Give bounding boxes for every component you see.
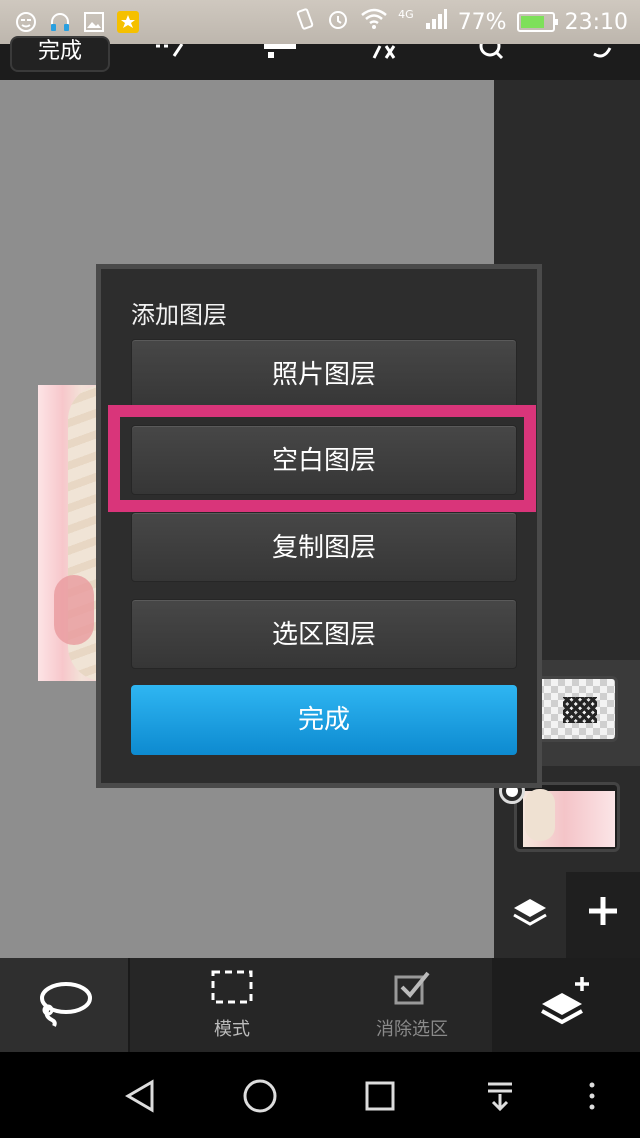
home-icon[interactable] (238, 1074, 282, 1118)
notifications-icon[interactable] (478, 1074, 522, 1118)
lasso-tool-button[interactable] (0, 958, 130, 1052)
layer-thumbnail[interactable] (534, 676, 618, 742)
add-layer-icon (538, 975, 594, 1035)
battery-icon (516, 12, 558, 32)
dialog-title: 添加图层 (131, 301, 227, 329)
signal-icon (424, 7, 448, 37)
align-icon[interactable] (260, 44, 300, 70)
artwork-preview (38, 385, 100, 681)
clear-check-icon (392, 969, 432, 1009)
marquee-icon (210, 969, 254, 1009)
face-icon (14, 10, 38, 34)
navigation-bar (0, 1052, 640, 1138)
star-icon (116, 10, 140, 34)
back-icon[interactable] (118, 1074, 162, 1118)
plus-icon (586, 892, 620, 938)
fx-icon[interactable] (364, 44, 404, 70)
network-type: 4G (398, 7, 414, 21)
headset-icon (48, 10, 72, 34)
image-icon (82, 10, 106, 34)
clock: 23:10 (564, 9, 628, 35)
done-button[interactable]: 完成 (131, 685, 517, 755)
recents-icon[interactable] (358, 1074, 402, 1118)
wifi-icon (360, 7, 388, 37)
clear-selection-label: 消除选区 (376, 1019, 448, 1040)
lasso-icon (34, 978, 94, 1032)
layers-button[interactable] (494, 872, 566, 958)
search-icon[interactable] (474, 44, 514, 70)
layers-icon (510, 893, 550, 937)
selection-edit-icon[interactable] (152, 44, 192, 70)
mode-label: 模式 (214, 1019, 250, 1040)
bottom-toolbar: 模式 消除选区 (0, 958, 640, 1052)
mode-button[interactable]: 模式 (132, 958, 332, 1052)
layer-thumbnail[interactable] (514, 782, 620, 852)
redo-icon[interactable] (584, 44, 624, 70)
layer-menu-button[interactable] (492, 958, 640, 1052)
vibrate-icon (294, 7, 316, 37)
photo-layer-option[interactable]: 照片图层 (131, 339, 517, 409)
more-icon[interactable] (570, 1074, 614, 1118)
alarm-icon (326, 7, 350, 37)
duplicate-layer-option[interactable]: 复制图层 (131, 512, 517, 582)
add-layer-button[interactable] (566, 872, 640, 958)
top-toolbar: 完成 (0, 36, 640, 80)
add-layer-dialog: 添加图层 照片图层 空白图层 复制图层 选区图层 完成 (96, 264, 542, 788)
clear-selection-button[interactable]: 消除选区 (332, 958, 492, 1052)
highlight-box (108, 405, 536, 512)
battery-percent: 77% (457, 9, 507, 35)
top-done-button[interactable]: 完成 (10, 36, 110, 72)
selection-layer-option[interactable]: 选区图层 (131, 599, 517, 669)
